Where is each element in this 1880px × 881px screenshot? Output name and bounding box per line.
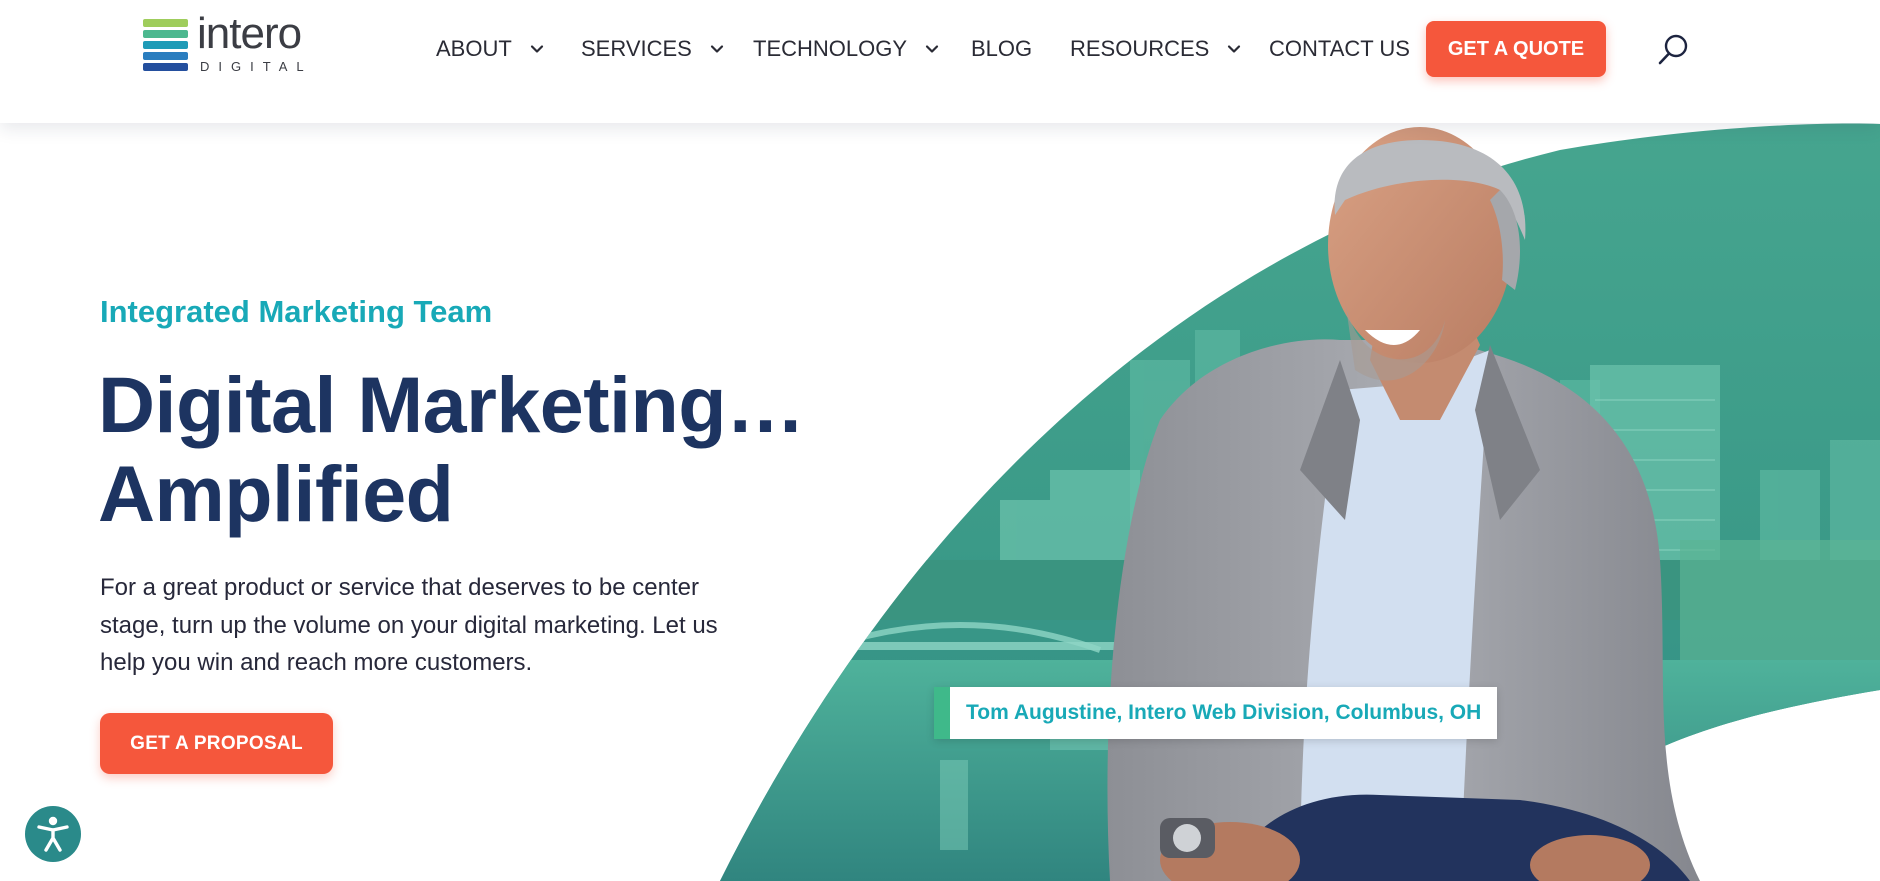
accessibility-button[interactable] bbox=[25, 806, 81, 862]
get-a-quote-button[interactable]: GET A QUOTE bbox=[1426, 21, 1606, 77]
nav-item-services[interactable]: SERVICES bbox=[581, 36, 724, 62]
nav-item-label: ABOUT bbox=[436, 36, 512, 61]
search-icon[interactable] bbox=[1656, 32, 1690, 66]
get-a-proposal-button[interactable]: GET A PROPOSAL bbox=[100, 713, 333, 774]
hero-headline: Digital Marketing… Amplified bbox=[98, 360, 805, 538]
site-header: intero DIGITAL ABOUT SERVICES TECHNOLOGY… bbox=[0, 0, 1880, 123]
hero-headline-line-1: Digital Marketing… bbox=[98, 360, 805, 449]
nav-item-label: SERVICES bbox=[581, 36, 692, 61]
nav-item-resources[interactable]: RESOURCES bbox=[1070, 36, 1241, 62]
chevron-down-icon bbox=[1228, 45, 1241, 53]
main-navigation: ABOUT SERVICES TECHNOLOGY BLOG RESOURCES… bbox=[0, 0, 1880, 98]
nav-item-label: RESOURCES bbox=[1070, 36, 1210, 61]
nav-item-about[interactable]: ABOUT bbox=[436, 36, 544, 62]
hero-eyebrow: Integrated Marketing Team bbox=[100, 294, 493, 329]
chevron-down-icon bbox=[710, 45, 723, 53]
photo-caption-text: Tom Augustine, Intero Web Division, Colu… bbox=[966, 701, 1482, 724]
nav-item-label: BLOG bbox=[971, 36, 1033, 61]
nav-item-technology[interactable]: TECHNOLOGY bbox=[753, 36, 939, 62]
caption-accent-bar bbox=[934, 687, 950, 739]
hero-headline-line-2: Amplified bbox=[98, 449, 454, 538]
chevron-down-icon bbox=[925, 45, 939, 53]
accessibility-icon bbox=[37, 816, 69, 852]
photo-caption: Tom Augustine, Intero Web Division, Colu… bbox=[934, 687, 1498, 739]
nav-item-label: TECHNOLOGY bbox=[753, 36, 908, 61]
hero-intro-text: For a great product or service that dese… bbox=[100, 574, 718, 676]
chevron-down-icon bbox=[530, 45, 543, 53]
nav-item-blog[interactable]: BLOG bbox=[971, 36, 1032, 62]
nav-item-label: CONTACT US bbox=[1269, 36, 1410, 61]
nav-item-contact-us[interactable]: CONTACT US bbox=[1269, 36, 1410, 62]
